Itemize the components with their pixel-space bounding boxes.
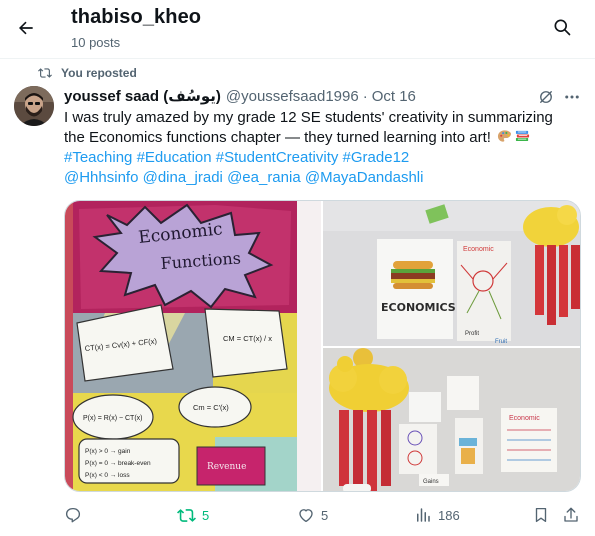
search-button[interactable] <box>546 11 578 43</box>
arrow-left-icon <box>19 21 33 35</box>
post-text-line-2-wrap: the Economics functions chapter — they t… <box>64 128 584 148</box>
profile-header: thabiso_kheo 10 posts <box>0 0 595 58</box>
hashtag-link[interactable]: #Education <box>137 149 212 166</box>
mention-link[interactable]: @ea_rania <box>227 169 301 186</box>
hashtag-link[interactable]: #Teaching <box>64 149 132 166</box>
author-name[interactable]: youssef saad (يوسُف) <box>64 87 221 105</box>
rule-loss: P(x) < 0 → loss <box>85 472 130 479</box>
media-grid: Economic Functions CT(x) = Cv(x) + CF(x)… <box>64 200 581 492</box>
bar-chart-icon <box>417 508 430 522</box>
like-button[interactable]: 5 <box>297 503 328 527</box>
artist-palette-icon <box>497 130 511 142</box>
post-date[interactable]: Oct 16 <box>372 88 416 105</box>
books-icon <box>515 130 529 141</box>
repost-icon <box>177 508 196 522</box>
map-title: Economic <box>463 246 494 253</box>
more-icon <box>565 95 579 99</box>
view-count: 186 <box>438 507 460 523</box>
hashtag-link[interactable]: #Grade12 <box>343 149 410 166</box>
bookmark-button[interactable] <box>532 503 550 527</box>
grok-icon <box>540 91 552 103</box>
rule-break-even: P(x) = 0 → break-even <box>85 460 151 467</box>
gains-card-label: Gains <box>423 479 439 485</box>
media-image-2[interactable]: ECONOMICS Economic Profit Fruit <box>323 201 580 346</box>
back-button[interactable] <box>10 12 42 44</box>
repost-icon <box>38 68 52 78</box>
repost-count: 5 <box>202 507 210 523</box>
heart-icon <box>299 509 313 523</box>
search-icon <box>554 19 571 36</box>
header-divider <box>0 58 595 59</box>
post-meta: youssef saad (يوسُف) @youssefsaad1996 · … <box>64 87 416 105</box>
reply-icon <box>65 507 81 523</box>
mention-link[interactable]: @MayaDandashli <box>305 169 424 186</box>
bookmark-icon <box>535 507 547 523</box>
post-text-line-2: the Economics functions chapter — they t… <box>64 129 491 146</box>
share-icon <box>564 507 578 522</box>
formula-marginal: Cm = C'(x) <box>193 403 229 412</box>
hashtag-link[interactable]: #StudentCreativity <box>216 149 339 166</box>
post-action-bar: 5 5 186 <box>64 503 584 527</box>
share-button[interactable] <box>562 503 580 527</box>
formula-average-cost: CM = CT(x) / x <box>223 334 272 343</box>
repost-label: You reposted <box>61 66 137 80</box>
more-options-button[interactable] <box>561 86 583 108</box>
profile-title: thabiso_kheo <box>71 6 202 28</box>
media-image-1[interactable]: Economic Functions CT(x) = Cv(x) + CF(x)… <box>65 201 321 491</box>
mentions-line: @Hhhsinfo @dina_jradi @ea_rania @MayaDan… <box>64 168 584 188</box>
mention-link[interactable]: @dina_jradi <box>143 169 223 186</box>
repost-indicator: You reposted <box>38 66 137 80</box>
post-count: 10 posts <box>71 35 121 50</box>
media-image-3[interactable]: Economic Gains <box>323 348 580 491</box>
like-count: 5 <box>321 507 329 523</box>
views-button[interactable]: 186 <box>414 503 460 527</box>
formula-profit: P(x) = R(x) − CT(x) <box>83 415 143 422</box>
rule-gain: P(x) > 0 → gain <box>85 448 131 455</box>
revenue-label: Revenue <box>207 462 246 472</box>
author-handle[interactable]: @youssefsaad1996 <box>226 88 359 105</box>
avatar[interactable] <box>14 86 54 126</box>
right-poster-title: Economic <box>509 415 540 422</box>
post-text-line-1: I was truly amazed by my grade 12 SE stu… <box>64 109 553 126</box>
hashtags-line: #Teaching #Education #StudentCreativity … <box>64 148 584 168</box>
grok-button[interactable] <box>535 86 557 108</box>
repost-button[interactable]: 5 <box>177 503 209 527</box>
fruit-label: Fruit <box>495 339 507 345</box>
mention-link[interactable]: @Hhhsinfo <box>64 169 138 186</box>
reply-button[interactable] <box>64 503 88 527</box>
economics-poster-title: ECONOMICS <box>381 301 456 314</box>
meta-separator: · <box>362 88 368 105</box>
side-label: Profit <box>465 331 479 337</box>
post-text: I was truly amazed by my grade 12 SE stu… <box>64 108 584 188</box>
